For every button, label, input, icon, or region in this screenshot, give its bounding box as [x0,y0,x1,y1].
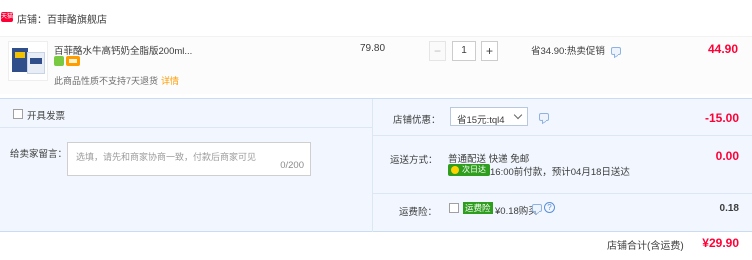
product-image-shape [15,52,25,58]
quantity-decrease-button[interactable]: − [429,41,446,61]
store-label-prefix: 店铺： [17,15,47,26]
product-thumbnail[interactable] [8,41,48,81]
chat-icon[interactable] [532,204,542,212]
next-day-badge-text: 次日达 [462,165,486,174]
divider [373,135,752,136]
promo-text: 省34.90:热卖促销 [531,46,605,57]
return-policy-text: 此商品性质不支持7天退货 [54,76,159,86]
invoice-checkbox[interactable] [13,109,23,119]
seller-message-label: 给卖家留言： [10,149,68,160]
seller-message-placeholder: 选填，请先和商家协商一致，付款后商家可见 [76,152,257,162]
store-name-link[interactable]: 百菲酪旗舰店 [47,15,107,26]
product-title-link[interactable]: 百菲酪水牛高钙奶全脂版200ml... [54,43,204,57]
store-discount-amount: -15.00 [704,111,739,125]
store-header: 天猫 店铺：百菲酪旗舰店 [0,0,752,36]
store-label: 店铺：百菲酪旗舰店 [17,11,107,26]
chat-icon[interactable] [539,113,549,121]
shipping-insurance-badge: 运费险 [463,202,493,214]
shipping-insurance-label: 运费险： [399,207,438,218]
quantity-input[interactable]: 1 [452,41,476,61]
right-options: 店铺优惠： 省15元:tql4 -15.00 运送方式： 普通配送 快递 免邮 … [372,99,752,233]
delivery-label: 运送方式： [390,155,438,166]
return-detail-link[interactable]: 详情 [161,76,179,86]
tmall-icon: 天猫 [1,12,14,22]
divider [0,127,372,128]
shipping-insurance-amount: 0.18 [719,203,739,214]
chat-icon[interactable] [611,47,621,55]
service-badge-icon [54,56,64,66]
chevron-down-icon [513,110,523,120]
invoice-label[interactable]: 开具发票 [27,108,65,122]
seller-message-counter: 0/200 [280,160,304,171]
unit-price: 79.80 [360,43,386,54]
delivery-badge-icon [451,166,459,174]
payment-badge-icon [66,56,80,66]
store-total-row: 店铺合计(含运费) ¥29.90 [0,232,752,260]
cart-item-row: 百菲酪水牛高钙奶全脂版200ml... 此商品性质不支持7天退货 详情 79.80… [0,36,752,94]
left-options: 开具发票 给卖家留言： 选填，请先和商家协商一致，付款后商家可见 0/200 [0,99,372,233]
quantity-increase-button[interactable]: + [481,41,498,61]
shipping-insurance-checkbox[interactable] [449,203,459,213]
return-policy-note: 此商品性质不支持7天退货 详情 [54,74,179,87]
help-info-icon[interactable]: ? [544,202,555,213]
store-total-label: 店铺合计(含运费) [607,241,684,252]
delivery-fee: 0.00 [715,149,739,163]
divider [373,193,752,194]
item-line-total: 44.90 [707,42,738,56]
estimated-delivery: 16:00前付款，预计04月18日送达 [490,167,630,178]
coupon-select[interactable]: 省15元:tql4 [450,107,528,126]
seller-message-textarea[interactable]: 选填，请先和商家协商一致，付款后商家可见 0/200 [67,142,311,176]
order-options-panel: 开具发票 给卖家留言： 选填，请先和商家协商一致，付款后商家可见 0/200 店… [0,98,752,233]
store-total-amount: ¥29.90 [702,236,739,250]
next-day-badge: 次日达 [448,164,490,176]
product-image-shape [30,58,42,64]
coupon-selected-value: 省15元:tql4 [457,115,505,126]
delivery-method: 普通配送 快递 免邮 [448,154,530,165]
store-discount-label: 店铺优惠： [393,115,441,126]
